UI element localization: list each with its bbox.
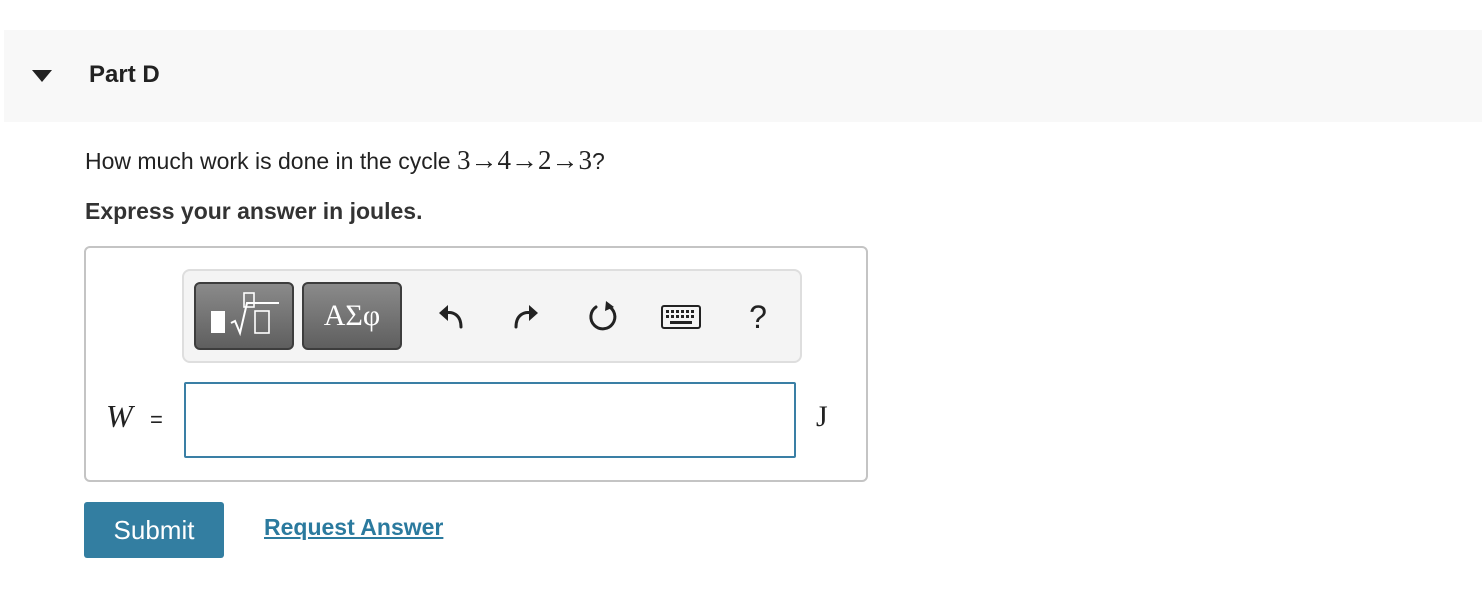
question-text: How much work is done in the cycle 3→4→2… xyxy=(85,145,605,176)
undo-icon[interactable] xyxy=(433,296,469,338)
templates-icon xyxy=(203,289,285,344)
redo-icon[interactable] xyxy=(508,296,544,338)
question-suffix: ? xyxy=(592,148,605,174)
answer-variable: W xyxy=(106,398,133,434)
answer-input[interactable] xyxy=(184,382,796,458)
greek-letters-button[interactable]: ΑΣφ xyxy=(302,282,402,350)
part-header[interactable] xyxy=(4,30,1482,122)
request-answer-link[interactable]: Request Answer xyxy=(264,514,443,541)
keyboard-icon[interactable] xyxy=(660,296,702,338)
question-cycle: 3→4→2→3 xyxy=(457,145,592,175)
collapse-caret-icon[interactable] xyxy=(32,70,52,82)
question-prefix: How much work is done in the cycle xyxy=(85,148,457,174)
answer-instruction: Express your answer in joules. xyxy=(85,198,423,224)
part-title: Part D xyxy=(89,61,160,88)
greek-letters-label: ΑΣφ xyxy=(323,299,381,332)
reset-icon[interactable] xyxy=(585,296,621,338)
unit-label: J xyxy=(816,400,828,433)
templates-button[interactable] xyxy=(194,282,294,350)
help-icon[interactable]: ? xyxy=(740,296,776,338)
submit-button[interactable]: Submit xyxy=(84,502,224,558)
equals-sign: = xyxy=(150,407,163,432)
